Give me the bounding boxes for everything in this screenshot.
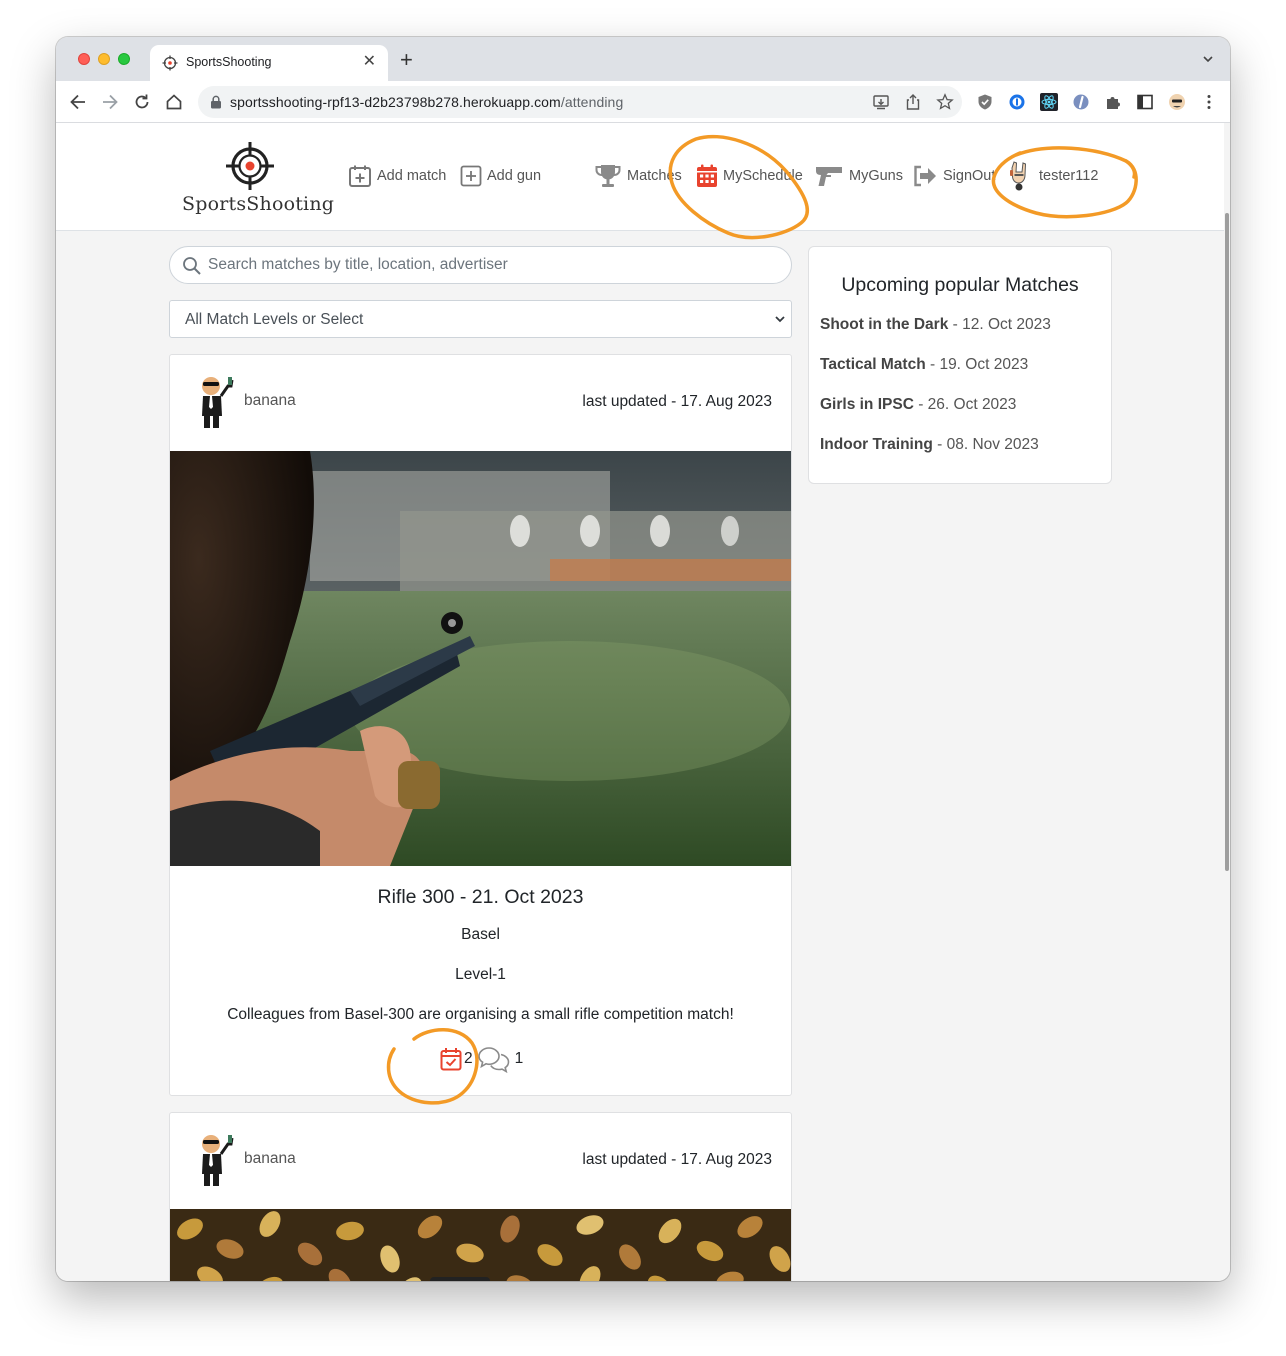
match-location: Basel	[461, 926, 500, 943]
tab-title: SportsShooting	[186, 55, 272, 69]
match-level: Level-1	[455, 966, 506, 983]
match-image[interactable]	[170, 1209, 791, 1281]
calendar-check-icon[interactable]	[440, 1047, 462, 1071]
scrollbar-thumb[interactable]	[1225, 213, 1229, 871]
match-level-select[interactable]: All Match Levels or Select	[169, 300, 792, 338]
match-card: banana last updated - 17. Aug 2023	[169, 1112, 792, 1281]
crosshair-logo-icon	[226, 142, 274, 190]
popular-match-item[interactable]: Indoor Training - 08. Nov 2023	[820, 436, 1039, 454]
nav-my-guns-label: MyGuns	[849, 168, 903, 184]
trophy-icon	[595, 165, 621, 187]
pistol-icon	[816, 167, 842, 186]
browser-tab[interactable]: SportsShooting ✕	[150, 45, 388, 81]
plus-square-icon	[460, 165, 482, 187]
calendar-icon	[697, 164, 717, 187]
home-icon[interactable]	[164, 92, 184, 112]
card-header: banana last updated - 17. Aug 2023	[170, 1113, 791, 1209]
site-navbar: SportsShooting Add match Add gun Matches…	[56, 123, 1224, 231]
nav-add-gun[interactable]: Add gun	[460, 163, 541, 189]
close-tab-icon[interactable]: ✕	[363, 53, 376, 71]
side-panel-icon[interactable]	[1136, 93, 1154, 111]
sign-out-icon	[914, 165, 936, 187]
popular-matches-title: Upcoming popular Matches	[841, 274, 1079, 296]
nav-sign-out-label: SignOut	[943, 168, 996, 184]
rock-hand-avatar-icon	[1010, 161, 1027, 191]
popular-matches-panel: Upcoming popular Matches Shoot in the Da…	[808, 246, 1112, 484]
chevron-down-icon[interactable]	[1202, 53, 1214, 65]
last-updated: last updated - 17. Aug 2023	[582, 1151, 772, 1168]
nav-username: tester112	[1039, 168, 1099, 184]
calendar-plus-icon	[349, 165, 371, 187]
match-level-selected: All Match Levels or Select	[185, 311, 364, 328]
tab-strip: SportsShooting ✕ +	[56, 37, 1230, 81]
install-app-icon[interactable]	[872, 93, 890, 111]
match-image[interactable]	[170, 451, 791, 866]
nav-my-guns[interactable]: MyGuns	[814, 163, 903, 189]
close-window-button[interactable]	[78, 53, 90, 65]
forward-arrow-icon[interactable]	[100, 92, 120, 112]
password-manager-icon[interactable]	[1008, 93, 1026, 111]
share-icon[interactable]	[904, 93, 922, 111]
puzzle-extensions-icon[interactable]	[1104, 93, 1122, 111]
react-devtools-icon[interactable]	[1040, 93, 1058, 111]
profile-avatar-icon[interactable]	[1168, 93, 1186, 111]
info-extension-icon[interactable]	[1072, 93, 1090, 111]
author-avatar[interactable]	[195, 1132, 235, 1188]
rifle-shooter-photo	[170, 451, 791, 866]
nav-my-schedule[interactable]: MySchedule	[696, 163, 803, 189]
address-bar[interactable]: sportsshooting-rpf13-d2b23798b278.heroku…	[198, 86, 962, 118]
nav-profile[interactable]: tester112	[1006, 161, 1099, 191]
url-text: sportsshooting-rpf13-d2b23798b278.heroku…	[230, 94, 624, 110]
bookmark-star-icon[interactable]	[936, 93, 954, 111]
page-scrollbar[interactable]	[1224, 123, 1230, 1281]
search-icon	[183, 257, 201, 275]
more-menu-icon[interactable]	[1200, 93, 1218, 111]
search-input[interactable]	[208, 253, 768, 277]
lock-icon	[211, 95, 221, 109]
card-header: banana last updated - 17. Aug 2023	[170, 355, 791, 451]
nav-matches[interactable]: Matches	[594, 163, 682, 189]
shield-extension-icon[interactable]	[976, 93, 994, 111]
page-content: SportsShooting Add match Add gun Matches…	[56, 123, 1224, 1281]
nav-add-match[interactable]: Add match	[348, 163, 446, 189]
comments-icon[interactable]	[477, 1045, 511, 1073]
author-name[interactable]: banana	[244, 1150, 296, 1168]
popular-match-item[interactable]: Shoot in the Dark - 12. Oct 2023	[820, 316, 1051, 334]
attending-count: 2	[464, 1050, 473, 1067]
nav-add-match-label: Add match	[377, 168, 447, 184]
search-bar[interactable]	[169, 246, 792, 284]
match-description: Colleagues from Basel-300 are organising…	[227, 1006, 734, 1023]
reload-icon[interactable]	[132, 92, 152, 112]
last-updated: last updated - 17. Aug 2023	[582, 393, 772, 410]
chevron-down-icon	[775, 316, 785, 323]
comment-count: 1	[514, 1050, 524, 1067]
author-name[interactable]: banana	[244, 392, 296, 410]
browser-toolbar: sportsshooting-rpf13-d2b23798b278.heroku…	[56, 81, 1230, 123]
match-card: banana last updated - 17. Aug 2023	[169, 354, 792, 1096]
maximize-window-button[interactable]	[118, 53, 130, 65]
brand-name: SportsShooting	[182, 193, 335, 215]
nav-my-schedule-label: MySchedule	[723, 168, 803, 184]
author-avatar[interactable]	[195, 374, 235, 430]
nav-add-gun-label: Add gun	[487, 168, 542, 184]
card-stats: 2 1	[440, 1045, 524, 1073]
browser-window: SportsShooting ✕ + sportsshooting-rpf13-…	[56, 37, 1230, 1281]
new-tab-icon[interactable]: +	[400, 49, 413, 71]
card-body: Rifle 300 - 21. Oct 2023 Basel Level-1 C…	[170, 866, 791, 1095]
popular-match-item[interactable]: Tactical Match - 19. Oct 2023	[820, 356, 1028, 374]
minimize-window-button[interactable]	[98, 53, 110, 65]
popular-match-item[interactable]: Girls in IPSC - 26. Oct 2023	[820, 396, 1016, 414]
back-arrow-icon[interactable]	[68, 92, 88, 112]
nav-matches-label: Matches	[627, 168, 682, 184]
bullets-photo	[170, 1209, 791, 1281]
nav-sign-out[interactable]: SignOut	[912, 163, 995, 189]
match-title[interactable]: Rifle 300 - 21. Oct 2023	[170, 886, 791, 909]
crosshair-favicon-icon	[162, 55, 178, 71]
brand-logo-link[interactable]: SportsShooting	[182, 141, 335, 217]
